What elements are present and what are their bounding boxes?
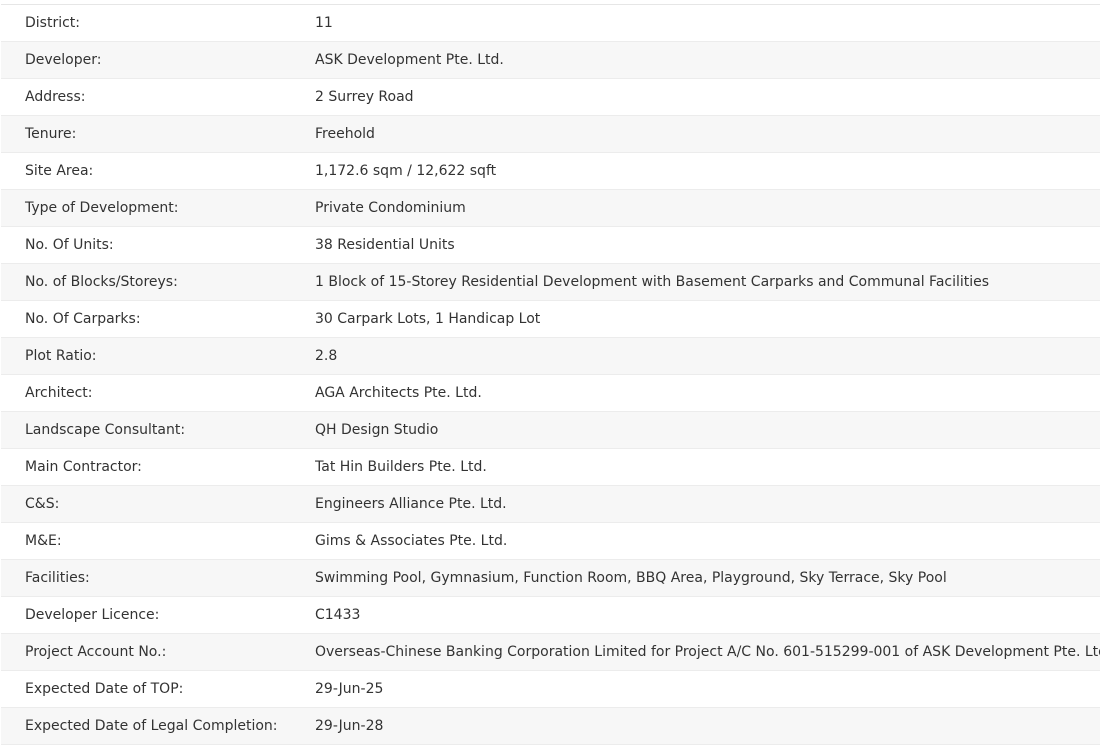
row-value: ASK Development Pte. Ltd.	[315, 41, 1100, 79]
table-row: Expected Date of TOP: 29-Jun-25	[1, 670, 1100, 708]
table-row: District: 11	[1, 4, 1100, 42]
row-label: Project Account No.:	[1, 633, 315, 671]
table-row: Developer: ASK Development Pte. Ltd.	[1, 41, 1100, 79]
row-value: Gims & Associates Pte. Ltd.	[315, 522, 1100, 560]
table-row: Tenure: Freehold	[1, 115, 1100, 153]
row-value: 11	[315, 4, 1100, 42]
row-value: 29-Jun-25	[315, 670, 1100, 708]
row-label: Landscape Consultant:	[1, 411, 315, 449]
row-value: 2 Surrey Road	[315, 78, 1100, 116]
row-label: District:	[1, 4, 315, 42]
row-value: Private Condominium	[315, 189, 1100, 227]
row-value: Freehold	[315, 115, 1100, 153]
table-row: Project Account No.: Overseas-Chinese Ban…	[1, 633, 1100, 671]
table-row: Main Contractor: Tat Hin Builders Pte. Lt…	[1, 448, 1100, 486]
row-value: AGA Architects Pte. Ltd.	[315, 374, 1100, 412]
row-value: Engineers Alliance Pte. Ltd.	[315, 485, 1100, 523]
row-value: Tat Hin Builders Pte. Ltd.	[315, 448, 1100, 486]
row-value: 30 Carpark Lots, 1 Handicap Lot	[315, 300, 1100, 338]
table-row: Expected Date of Legal Completion: 29-Jun…	[1, 707, 1100, 745]
table-row: Architect: AGA Architects Pte. Ltd.	[1, 374, 1100, 412]
table-row: Landscape Consultant: QH Design Studio	[1, 411, 1100, 449]
table-row: M&E: Gims & Associates Pte. Ltd.	[1, 522, 1100, 560]
row-label: Tenure:	[1, 115, 315, 153]
row-label: No. of Blocks/Storeys:	[1, 263, 315, 301]
row-label: No. Of Units:	[1, 226, 315, 264]
row-value: 2.8	[315, 337, 1100, 375]
project-details-table: District: 11 Developer: ASK Development Pte…	[1, 4, 1100, 745]
row-label: Developer Licence:	[1, 596, 315, 634]
row-label: Developer:	[1, 41, 315, 79]
row-label: Address:	[1, 78, 315, 116]
row-value: 1,172.6 sqm / 12,622 sqft	[315, 152, 1100, 190]
table-row: No. Of Units: 38 Residential Units	[1, 226, 1100, 264]
row-value: QH Design Studio	[315, 411, 1100, 449]
row-label: C&S:	[1, 485, 315, 523]
table-row: No. of Blocks/Storeys: 1 Block of 15-Stor…	[1, 263, 1100, 301]
table-row: Plot Ratio: 2.8	[1, 337, 1100, 375]
project-details-body: District: 11 Developer: ASK Development Pte…	[1, 4, 1100, 745]
row-label: Expected Date of Legal Completion:	[1, 707, 315, 745]
row-label: Site Area:	[1, 152, 315, 190]
row-value: C1433	[315, 596, 1100, 634]
row-label: Facilities:	[1, 559, 315, 597]
row-value: 1 Block of 15-Storey Residential Develop…	[315, 263, 1100, 301]
row-value: 38 Residential Units	[315, 226, 1100, 264]
table-row: Site Area: 1,172.6 sqm / 12,622 sqft	[1, 152, 1100, 190]
table-row: Facilities: Swimming Pool, Gymnasium, Fun…	[1, 559, 1100, 597]
row-label: Main Contractor:	[1, 448, 315, 486]
table-row: Address: 2 Surrey Road	[1, 78, 1100, 116]
table-row: No. Of Carparks: 30 Carpark Lots, 1 Handi…	[1, 300, 1100, 338]
table-row: Developer Licence: C1433	[1, 596, 1100, 634]
row-label: Expected Date of TOP:	[1, 670, 315, 708]
row-label: No. Of Carparks:	[1, 300, 315, 338]
row-label: Type of Development:	[1, 189, 315, 227]
row-value: 29-Jun-28	[315, 707, 1100, 745]
row-label: Plot Ratio:	[1, 337, 315, 375]
table-row: Type of Development: Private Condominium	[1, 189, 1100, 227]
row-value: Swimming Pool, Gymnasium, Function Room,…	[315, 559, 1100, 597]
row-value: Overseas-Chinese Banking Corporation Lim…	[315, 633, 1100, 671]
row-label: Architect:	[1, 374, 315, 412]
table-row: C&S: Engineers Alliance Pte. Ltd.	[1, 485, 1100, 523]
row-label: M&E:	[1, 522, 315, 560]
